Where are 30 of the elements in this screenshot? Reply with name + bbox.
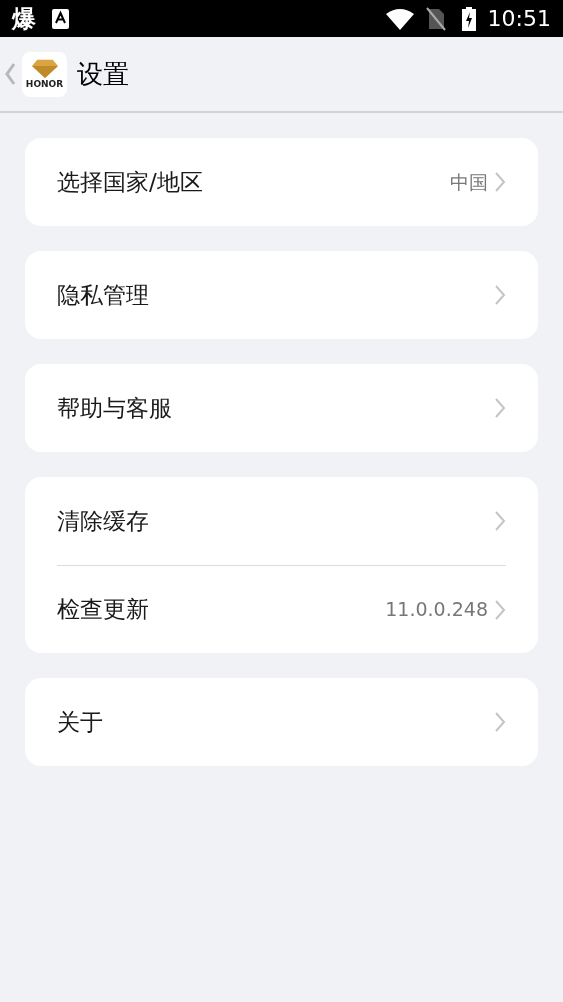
diamond-icon: [31, 59, 58, 78]
settings-row[interactable]: 隐私管理: [57, 251, 506, 339]
page-title: 设置: [77, 57, 129, 91]
row-value: 11.0.0.248: [385, 597, 488, 623]
wifi-icon: [385, 7, 414, 30]
settings-row[interactable]: 清除缓存: [57, 477, 506, 565]
clock: 10:51: [487, 7, 551, 30]
back-icon: [4, 62, 16, 86]
chevron-right-icon: [494, 598, 506, 621]
chevron-right-icon: [494, 711, 506, 733]
notification-text: 爆: [12, 6, 36, 31]
row-label: 检查更新: [57, 595, 150, 625]
row-label: 关于: [57, 707, 104, 737]
no-sim-icon: [425, 6, 446, 31]
row-label: 清除缓存: [57, 506, 150, 536]
battery-charging-icon: [461, 6, 476, 31]
chevron-right-icon: [494, 397, 506, 419]
keyboard-notification-icon: [52, 8, 69, 29]
row-label: 隐私管理: [57, 280, 150, 310]
settings-row[interactable]: 帮助与客服: [57, 364, 506, 452]
settings-row[interactable]: 检查更新 11.0.0.248: [57, 565, 506, 653]
row-label: 帮助与客服: [57, 393, 173, 423]
row-label: 选择国家/地区: [57, 167, 204, 197]
row-value: 中国: [450, 169, 488, 195]
chevron-right-icon: [494, 510, 506, 532]
settings-row[interactable]: 选择国家/地区 中国: [57, 138, 506, 226]
chevron-right-icon: [494, 284, 506, 306]
chevron-right-icon: [494, 171, 506, 193]
logo-text: HONOR: [25, 80, 64, 89]
settings-row[interactable]: 关于: [57, 678, 506, 766]
